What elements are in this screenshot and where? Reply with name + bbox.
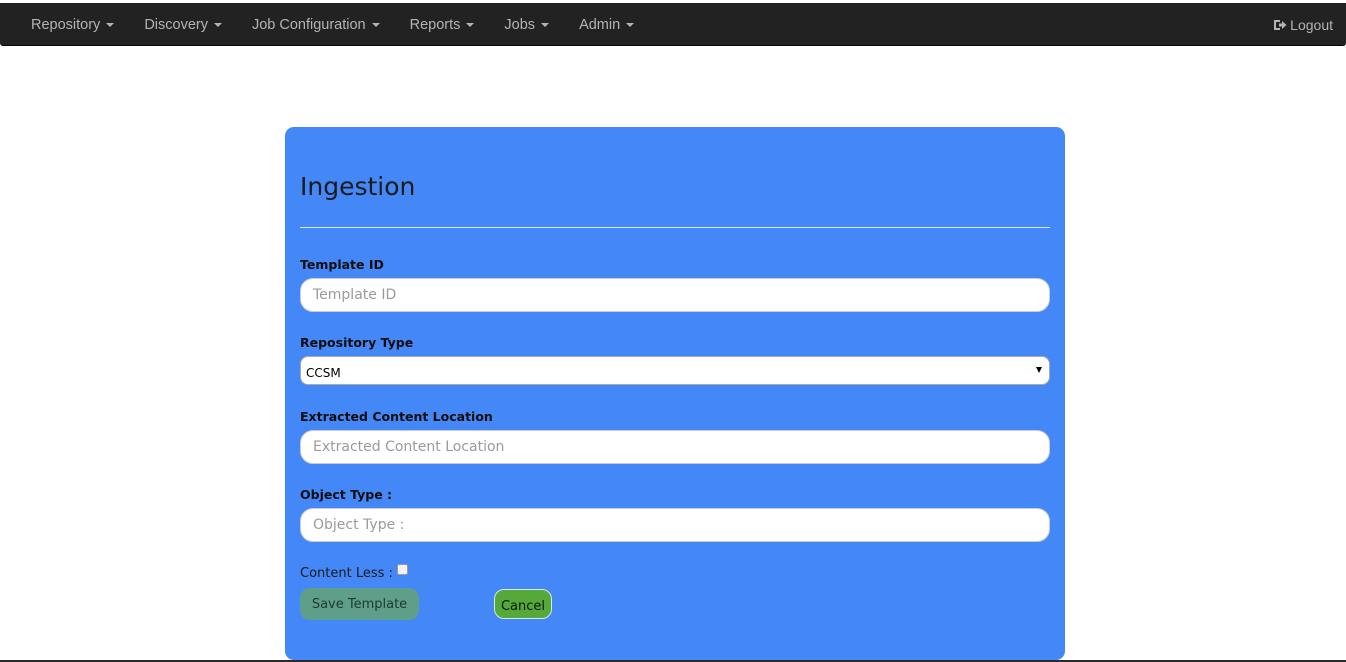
content-less-row: Content Less :: [300, 564, 408, 581]
repository-type-selected-value: CCSM: [306, 365, 341, 380]
nav-menu-label: Repository: [31, 16, 101, 33]
nav-menu-jobs[interactable]: Jobs: [489, 3, 564, 46]
content-less-label: Content Less :: [300, 566, 393, 581]
object-type-input[interactable]: [300, 508, 1050, 542]
object-type-label: Object Type :: [300, 487, 393, 502]
caret-down-icon: [213, 22, 222, 27]
caret-down-icon: [466, 22, 475, 27]
nav-menu-label: Job Configuration: [251, 16, 366, 33]
logout-label: Logout: [1290, 16, 1333, 33]
template-id-label: Template ID: [300, 257, 384, 272]
sign-out-icon: [1274, 19, 1287, 30]
nav-menu-label: Discovery: [144, 16, 208, 33]
ingestion-panel: Ingestion Template ID Repository Type CC…: [285, 127, 1065, 660]
nav-menu-reports[interactable]: Reports: [395, 3, 490, 46]
nav-menu-label: Reports: [409, 16, 461, 33]
caret-down-icon: [371, 22, 380, 27]
caret-down-icon: [541, 22, 550, 27]
logout-link[interactable]: Logout: [1273, 3, 1333, 46]
title-divider: [300, 227, 1050, 228]
content-less-checkbox[interactable]: [396, 564, 408, 575]
repository-type-label: Repository Type: [300, 335, 414, 350]
caret-down-icon: [626, 22, 635, 27]
nav-menu-label: Jobs: [504, 16, 536, 33]
dropdown-arrow-icon: [1036, 367, 1042, 373]
top-navbar: Repository Discovery Job Configuration R…: [0, 3, 1346, 46]
extracted-content-location-input[interactable]: [300, 430, 1050, 464]
nav-menu-admin[interactable]: Admin: [564, 3, 649, 46]
template-id-input[interactable]: [300, 278, 1050, 312]
repository-type-select[interactable]: CCSM: [300, 356, 1050, 385]
nav-menu: Repository Discovery Job Configuration R…: [16, 3, 649, 46]
extracted-content-location-label: Extracted Content Location: [300, 409, 493, 424]
nav-menu-repository[interactable]: Repository: [16, 3, 129, 46]
cancel-button[interactable]: Cancel: [494, 589, 552, 619]
caret-down-icon: [106, 22, 115, 27]
nav-menu-job-configuration[interactable]: Job Configuration: [237, 3, 395, 46]
save-template-button[interactable]: Save Template: [300, 588, 419, 620]
nav-menu-label: Admin: [579, 16, 621, 33]
nav-menu-discovery[interactable]: Discovery: [129, 3, 237, 46]
panel-title: Ingestion: [300, 172, 416, 201]
